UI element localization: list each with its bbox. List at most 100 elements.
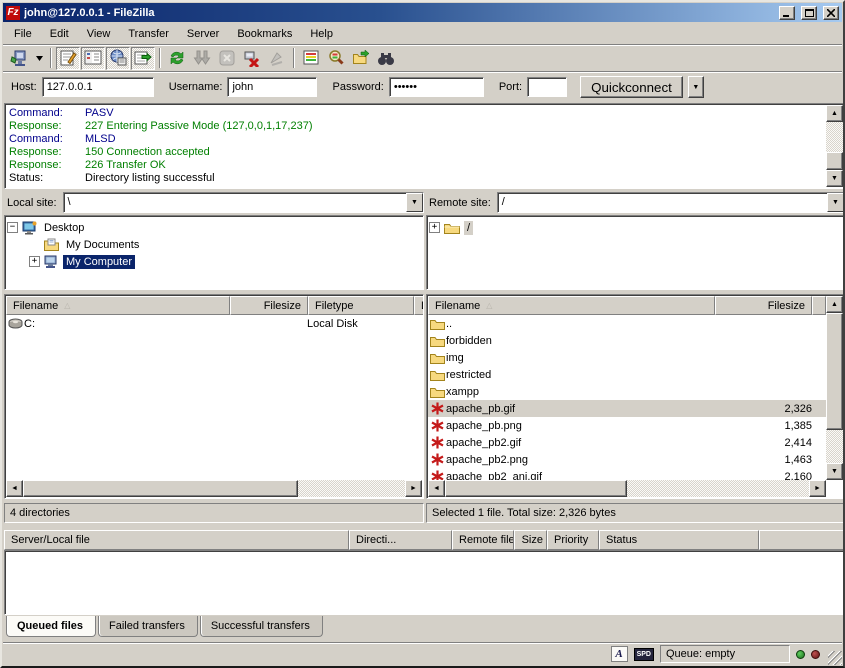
remote-file-row[interactable]: apache_pb2.gif 2,414 — [428, 434, 826, 451]
column-header-server-local-file[interactable]: Server/Local file — [4, 530, 349, 550]
toggle-message-log-button[interactable] — [56, 47, 80, 70]
remote-file-row-selected[interactable]: apache_pb.gif 2,326 — [428, 400, 826, 417]
quickconnect-button[interactable]: Quickconnect — [580, 76, 683, 98]
port-input[interactable] — [527, 77, 567, 97]
scrollbar-thumb[interactable] — [826, 152, 843, 170]
remote-file-row[interactable]: apache_pb2.png 1,463 — [428, 451, 826, 468]
scrollbar-track[interactable] — [826, 313, 843, 463]
host-input[interactable] — [42, 77, 154, 97]
log-scrollbar[interactable]: ▲ ▼ — [826, 105, 843, 187]
toggle-transfer-queue-button[interactable] — [131, 47, 155, 70]
scroll-left-button[interactable]: ◄ — [6, 480, 23, 497]
menu-transfer[interactable]: Transfer — [119, 25, 178, 43]
minimize-icon — [783, 9, 791, 17]
remote-file-row[interactable]: xampp — [428, 383, 826, 400]
cancel-operation-button[interactable] — [215, 47, 239, 70]
local-horizontal-scrollbar[interactable]: ◄ ► — [6, 480, 422, 497]
scrollbar-track[interactable] — [826, 122, 843, 170]
scroll-up-button[interactable]: ▲ — [826, 296, 843, 313]
menu-file[interactable]: File — [5, 25, 41, 43]
scrollbar-track[interactable] — [23, 480, 405, 497]
minimize-button[interactable] — [779, 6, 795, 20]
remote-vertical-scrollbar[interactable]: ▲ ▼ — [826, 296, 843, 480]
toggle-local-tree-button[interactable] — [81, 47, 105, 70]
refresh-button[interactable] — [165, 47, 189, 70]
expand-expander[interactable]: + — [429, 222, 440, 233]
scroll-left-button[interactable]: ◄ — [428, 480, 445, 497]
site-manager-dropdown-button[interactable] — [32, 47, 46, 70]
reconnect-button[interactable] — [265, 47, 289, 70]
scrollbar-thumb[interactable] — [826, 313, 843, 430]
dropdown-arrow-icon: ▼ — [832, 199, 839, 206]
column-header-filetype[interactable]: Filetype — [308, 296, 414, 315]
tab-failed-transfers[interactable]: Failed transfers — [98, 616, 198, 637]
column-header-direction[interactable]: Directi... — [349, 530, 452, 550]
remote-site-dropdown-button[interactable]: ▼ — [827, 193, 844, 212]
tree-item-root[interactable]: + / — [429, 219, 842, 236]
local-file-row[interactable]: C: Local Disk — [6, 315, 422, 332]
local-site-combo[interactable]: \ ▼ — [63, 192, 424, 213]
remote-file-row[interactable]: img — [428, 349, 826, 366]
dropdown-arrow-icon — [36, 56, 43, 61]
column-header-remote-file[interactable]: Remote file — [452, 530, 514, 550]
column-header-status[interactable]: Status — [599, 530, 759, 550]
remote-file-row[interactable]: forbidden — [428, 332, 826, 349]
menu-server[interactable]: Server — [178, 25, 228, 43]
filename-filters-button[interactable] — [299, 47, 323, 70]
column-header-size[interactable]: Size — [514, 530, 547, 550]
filename-cell: apache_pb2.gif — [446, 437, 726, 449]
quickconnect-dropdown-button[interactable]: ▼ — [688, 76, 704, 98]
scrollbar-track[interactable] — [445, 480, 809, 497]
column-header-filesize[interactable]: Filesize — [715, 296, 812, 315]
disconnect-button[interactable] — [240, 47, 264, 70]
tree-item-my-documents[interactable]: My Documents — [7, 236, 421, 253]
column-header-filename[interactable]: Filename △ — [6, 296, 230, 315]
menu-view[interactable]: View — [78, 25, 120, 43]
filename-cell: img — [446, 352, 726, 364]
find-files-button[interactable] — [374, 47, 398, 70]
toggle-remote-tree-button[interactable] — [106, 47, 130, 70]
password-input[interactable] — [389, 77, 484, 97]
remote-file-row[interactable]: .. — [428, 315, 826, 332]
column-header-filename[interactable]: Filename △ — [428, 296, 715, 315]
filename-cell: apache_pb2_ani.gif — [446, 471, 726, 481]
scrollbar-thumb[interactable] — [23, 480, 298, 497]
scrollbar-thumb[interactable] — [445, 480, 627, 497]
menu-edit[interactable]: Edit — [41, 25, 78, 43]
tab-successful-transfers[interactable]: Successful transfers — [200, 616, 323, 637]
column-header-last-modified[interactable]: L — [414, 296, 424, 315]
maximize-button[interactable] — [801, 6, 817, 20]
column-header-priority[interactable]: Priority — [547, 530, 599, 550]
scroll-up-button[interactable]: ▲ — [826, 105, 843, 122]
filesize-cell: 2,326 — [726, 403, 826, 415]
close-button[interactable] — [823, 6, 839, 20]
scroll-down-button[interactable]: ▼ — [826, 170, 843, 187]
username-input[interactable] — [227, 77, 317, 97]
menu-help[interactable]: Help — [301, 25, 342, 43]
directory-comparison-button[interactable] — [324, 47, 348, 70]
remote-site-combo[interactable]: / ▼ — [497, 192, 845, 213]
process-queue-button[interactable] — [190, 47, 214, 70]
scroll-down-button[interactable]: ▼ — [826, 463, 843, 480]
remote-file-row[interactable]: apache_pb.png 1,385 — [428, 417, 826, 434]
tab-queued-files[interactable]: Queued files — [6, 616, 96, 637]
synchronized-browsing-button[interactable] — [349, 47, 373, 70]
scroll-right-button[interactable]: ► — [809, 480, 826, 497]
tree-item-desktop[interactable]: − Desktop — [7, 219, 421, 236]
remote-horizontal-scrollbar[interactable]: ◄ ► — [428, 480, 826, 497]
tree-item-my-computer[interactable]: + My Computer — [7, 253, 421, 270]
menu-bookmarks[interactable]: Bookmarks — [228, 25, 301, 43]
remote-file-row[interactable]: restricted — [428, 366, 826, 383]
filter-icon — [302, 49, 320, 67]
queue-list[interactable] — [4, 550, 845, 615]
site-manager-button[interactable] — [7, 47, 31, 70]
resize-grip[interactable] — [828, 651, 842, 665]
tree-item-label: / — [464, 221, 473, 235]
title-bar[interactable]: Fz john@127.0.0.1 - FileZilla — [3, 3, 842, 22]
local-site-dropdown-button[interactable]: ▼ — [406, 193, 423, 212]
remote-file-row[interactable]: apache_pb2_ani.gif 2,160 — [428, 468, 826, 480]
scroll-right-button[interactable]: ► — [405, 480, 422, 497]
expand-expander[interactable]: + — [29, 256, 40, 267]
column-header-filesize[interactable]: Filesize — [230, 296, 308, 315]
collapse-expander[interactable]: − — [7, 222, 18, 233]
